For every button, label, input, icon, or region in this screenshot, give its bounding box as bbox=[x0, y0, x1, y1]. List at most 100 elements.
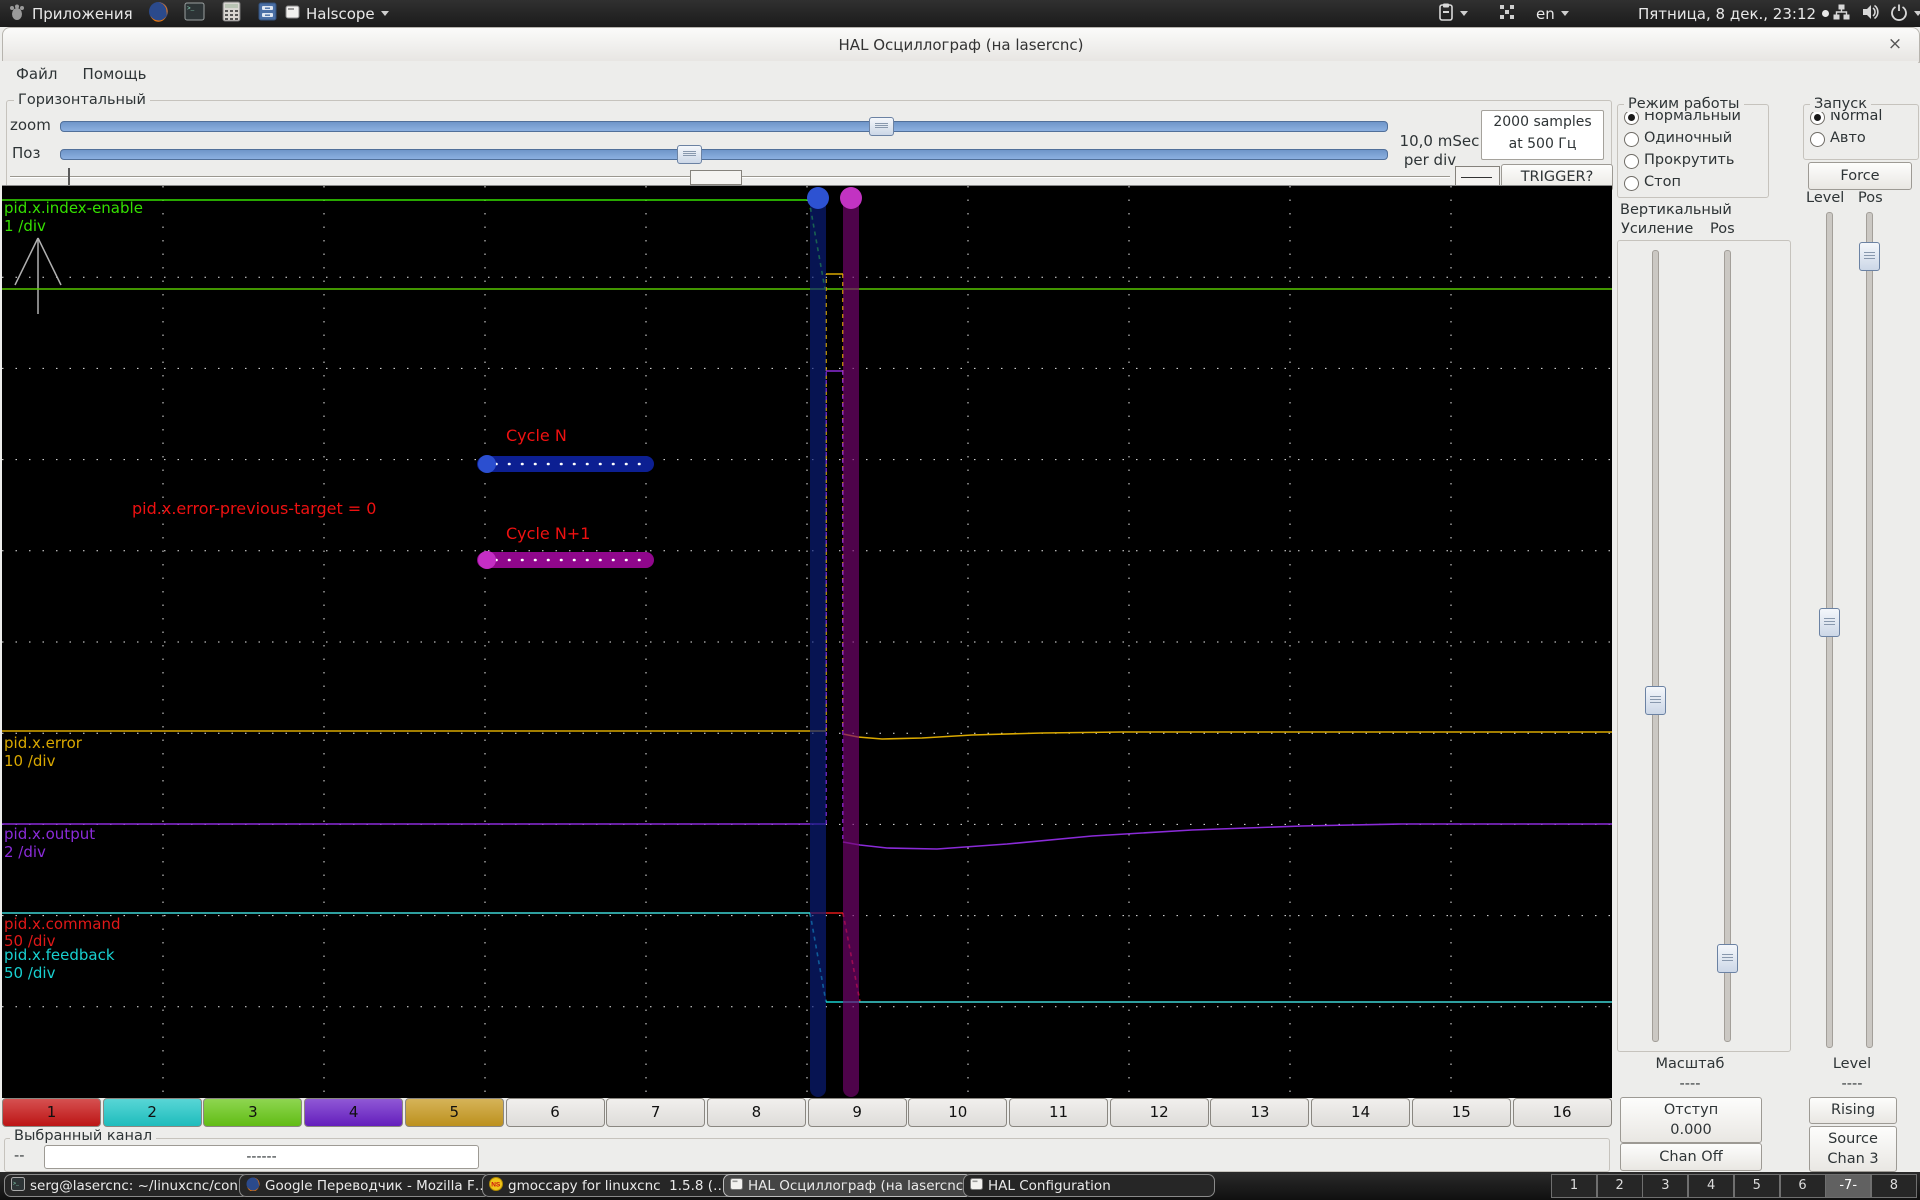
taskbar-item-label: gmoccapy for linuxcnc 1.5.8 (… bbox=[508, 1177, 727, 1194]
taskbar-item-3[interactable]: NS gmoccapy for linuxcnc 1.5.8 (… bbox=[482, 1174, 734, 1197]
taskbar-item-4[interactable]: HAL Осциллограф (на lasercnc) bbox=[723, 1174, 972, 1197]
gnome-top-panel: Приложения >_ Halscope en Пятница, 8 дек… bbox=[0, 0, 1920, 27]
file-archive-launcher[interactable] bbox=[257, 0, 278, 27]
run-mode-radio-3[interactable] bbox=[1624, 176, 1639, 191]
trigger-pos-slider[interactable] bbox=[1866, 212, 1873, 1048]
taskbar-item-1[interactable]: >_ serg@lasercnc: ~/linuxcnc/con… bbox=[4, 1174, 249, 1197]
horizontal-frame bbox=[6, 100, 1612, 188]
active-window-button[interactable]: Halscope bbox=[285, 0, 389, 27]
cycle-n-span-cap bbox=[478, 455, 496, 473]
channel-button-7[interactable]: 7 bbox=[606, 1098, 706, 1127]
workspace-cell-1[interactable]: 1 bbox=[1551, 1174, 1597, 1198]
channel-button-2[interactable]: 2 bbox=[102, 1098, 202, 1127]
selected-channel-combo[interactable]: ------ bbox=[44, 1145, 479, 1169]
blue-bar-cap[interactable] bbox=[807, 187, 829, 209]
rising-button[interactable]: Rising bbox=[1809, 1097, 1897, 1124]
battery-indicator[interactable] bbox=[1438, 0, 1468, 27]
language-label: en bbox=[1536, 4, 1555, 23]
firefox-icon bbox=[246, 1177, 260, 1195]
run-mode-radio-2[interactable] bbox=[1624, 154, 1639, 169]
file-archive-icon bbox=[257, 1, 278, 26]
channel-button-14[interactable]: 14 bbox=[1311, 1098, 1411, 1127]
trigger-mode-radio-1[interactable] bbox=[1810, 132, 1825, 147]
keyboard-layout[interactable]: en bbox=[1536, 0, 1569, 27]
channel-button-13[interactable]: 13 bbox=[1210, 1098, 1310, 1127]
chevron-down-icon bbox=[1914, 11, 1920, 16]
gain-slider[interactable] bbox=[1652, 250, 1659, 1042]
terminal-icon: >_ bbox=[11, 1176, 25, 1195]
firefox-launcher[interactable] bbox=[148, 0, 169, 27]
clock-label: Пятница, 8 дек., 23:12 bbox=[1638, 4, 1817, 23]
trigger-level-line bbox=[1461, 177, 1492, 178]
trigger-mode-radio-0[interactable] bbox=[1810, 110, 1825, 125]
channel-button-5[interactable]: 5 bbox=[404, 1098, 504, 1127]
channel-scale-label-5: 50 /div bbox=[4, 964, 56, 982]
workspace-cell-4[interactable]: 4 bbox=[1688, 1174, 1735, 1198]
gain-slider-handle[interactable] bbox=[1645, 686, 1666, 715]
applications-menu[interactable]: Приложения bbox=[8, 0, 133, 27]
clock[interactable]: Пятница, 8 дек., 23:12 bbox=[1638, 0, 1830, 27]
channel-button-16[interactable]: 16 bbox=[1512, 1098, 1612, 1127]
workspace-cell-6[interactable]: 6 bbox=[1779, 1174, 1826, 1198]
run-mode-radio-0[interactable] bbox=[1624, 110, 1639, 125]
workspace-cell-8[interactable]: 8 bbox=[1870, 1174, 1917, 1198]
blue-cycle-n-bar[interactable] bbox=[810, 187, 826, 1097]
zoom-slider-handle[interactable] bbox=[869, 117, 894, 136]
scale-label: Масштаб bbox=[1655, 1056, 1725, 1072]
workspace-cell-5[interactable]: 5 bbox=[1733, 1174, 1780, 1198]
trigger-position-handle[interactable] bbox=[690, 170, 742, 185]
workspace-cell-7[interactable]: -7- bbox=[1825, 1174, 1872, 1198]
magenta-bar-cap[interactable] bbox=[840, 187, 862, 209]
menu-file[interactable]: Файл bbox=[6, 61, 67, 87]
terminal-launcher[interactable]: >_ bbox=[184, 0, 205, 27]
svg-text:>_: >_ bbox=[13, 1181, 20, 1187]
taskbar-item-2[interactable]: Google Переводчик - Mozilla F… bbox=[239, 1174, 490, 1197]
workspace-grid-indicator[interactable] bbox=[1498, 0, 1516, 27]
channel-button-8[interactable]: 8 bbox=[706, 1098, 806, 1127]
magenta-cycle-n1-bar[interactable] bbox=[843, 187, 859, 1097]
channel-scale-label-3: 2 /div bbox=[4, 843, 46, 861]
calculator-launcher[interactable] bbox=[221, 0, 242, 27]
channel-button-15[interactable]: 15 bbox=[1411, 1098, 1511, 1127]
pos-slider[interactable] bbox=[60, 149, 1388, 160]
cycle-n1-annotation: Cycle N+1 bbox=[506, 524, 591, 543]
zoom-slider[interactable] bbox=[60, 121, 1388, 132]
vertical-pos-slider[interactable] bbox=[1724, 250, 1731, 1042]
trigger-source-button[interactable]: Source Chan 3 bbox=[1809, 1126, 1897, 1172]
time-per-div: 10,0 mSec per div bbox=[1399, 132, 1480, 169]
trigger-pos-slider-handle[interactable] bbox=[1859, 242, 1880, 271]
channel-button-6[interactable]: 6 bbox=[505, 1098, 605, 1127]
channel-button-9[interactable]: 9 bbox=[807, 1098, 907, 1127]
window-icon bbox=[970, 1177, 983, 1194]
offset-button[interactable]: Отступ 0.000 bbox=[1620, 1097, 1762, 1143]
run-mode-radio-1[interactable] bbox=[1624, 132, 1639, 147]
vertical-pos-slider-handle[interactable] bbox=[1717, 944, 1738, 973]
taskbar-item-label: Google Переводчик - Mozilla F… bbox=[265, 1177, 489, 1194]
channel-button-10[interactable]: 10 bbox=[908, 1098, 1008, 1127]
channel-button-1[interactable]: 1 bbox=[2, 1098, 101, 1127]
channel-button-11[interactable]: 11 bbox=[1009, 1098, 1108, 1127]
taskbar-item-label: HAL Configuration bbox=[988, 1177, 1111, 1194]
volume-indicator[interactable] bbox=[1861, 0, 1880, 27]
window-titlebar[interactable]: HAL Осциллограф (на lasercnc) × bbox=[2, 27, 1920, 63]
workspace-cell-2[interactable]: 2 bbox=[1596, 1174, 1643, 1198]
channel-name-label-2: pid.x.error bbox=[4, 734, 82, 752]
taskbar-item-5[interactable]: HAL Configuration bbox=[963, 1174, 1215, 1197]
channel-button-3[interactable]: 3 bbox=[203, 1098, 303, 1127]
pos-slider-handle[interactable] bbox=[677, 145, 702, 164]
channel-button-4[interactable]: 4 bbox=[304, 1098, 404, 1127]
window-close-button[interactable]: × bbox=[1883, 32, 1907, 56]
vertical-pos-label: Pos bbox=[1710, 221, 1735, 237]
network-indicator[interactable] bbox=[1832, 0, 1850, 27]
chan-off-button[interactable]: Chan Off bbox=[1620, 1143, 1762, 1171]
power-menu[interactable] bbox=[1890, 0, 1920, 27]
calculator-icon bbox=[221, 1, 242, 26]
force-button[interactable]: Force bbox=[1808, 162, 1912, 190]
menu-help[interactable]: Помощь bbox=[73, 61, 157, 87]
vertical-frame-label: Вертикальный bbox=[1620, 202, 1732, 218]
workspace-cell-3[interactable]: 3 bbox=[1642, 1174, 1689, 1198]
channel-button-12[interactable]: 12 bbox=[1109, 1098, 1209, 1127]
pos-slider-label: Поз bbox=[12, 144, 41, 162]
cycle-n-annotation: Cycle N bbox=[506, 426, 567, 445]
trigger-level-slider-handle[interactable] bbox=[1819, 608, 1840, 637]
